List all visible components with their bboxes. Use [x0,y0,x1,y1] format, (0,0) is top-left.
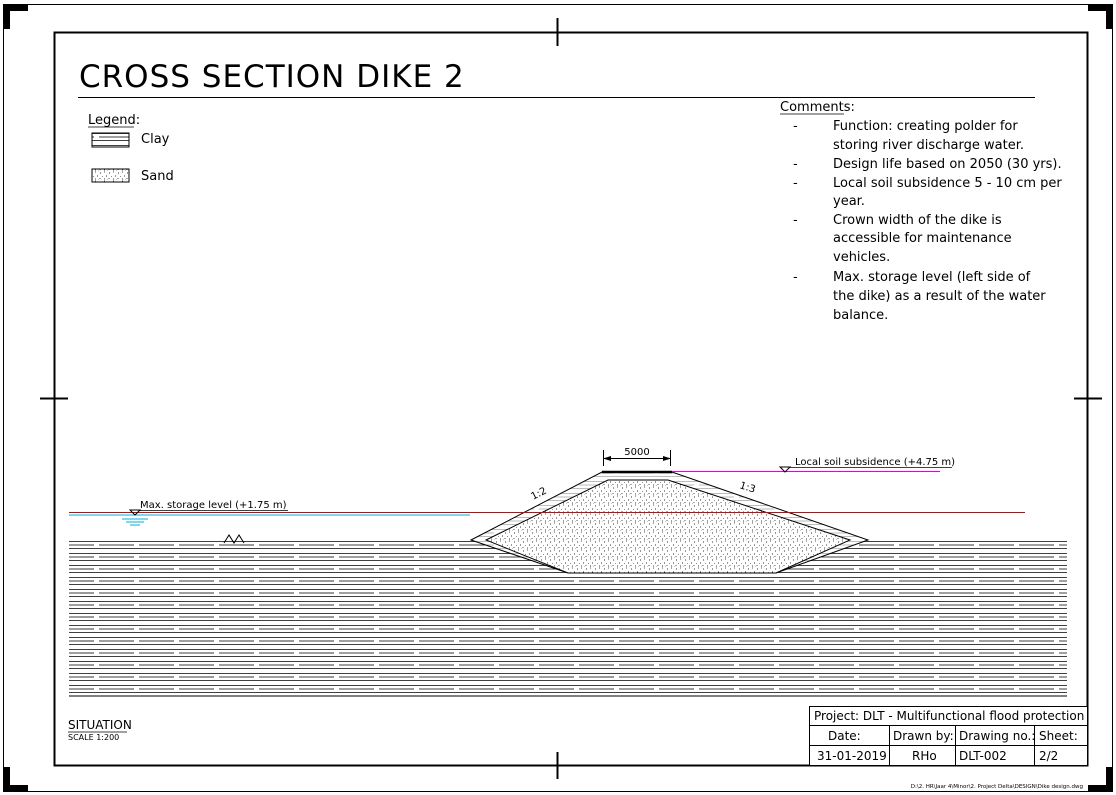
comments-heading: Comments: [780,100,855,115]
comment-line: Max. storage level (left side of [833,270,1031,285]
comment-bullet: - [793,119,798,134]
technical-drawing: CROSS SECTION DIKE 2 Legend: Clay Sand C… [3,4,1113,792]
situation-label-block: SITUATION SCALE 1:200 [68,718,132,742]
slope-left-label: 1:2 [529,486,548,503]
comment-line: vehicles. [833,250,890,265]
max-storage-level-label: Max. storage level (+1.75 m) [140,500,287,511]
file-path: D:\2. HR\Jaar 4\Minor\2. Project Delta\D… [911,784,1083,790]
comment-bullet: - [793,176,798,191]
comment-line: balance. [833,308,888,323]
drawing-no-header: Drawing no.: [959,729,1035,743]
legend-label-clay: Clay [141,132,170,147]
sheet-header: Sheet: [1039,729,1078,743]
legend-heading: Legend: [88,113,140,128]
cross-section: Max. storage level (+1.75 m) Local soil … [69,447,1067,697]
drawn-by-header: Drawn by: [893,729,954,743]
legend-swatch-sand [91,168,130,183]
comment-bullet: - [793,157,798,172]
comment-line: year. [833,194,865,209]
date-header: Date: [828,729,861,743]
legend-label-sand: Sand [141,169,174,184]
drawing-title: CROSS SECTION DIKE 2 [79,59,465,95]
drawing-no-value: DLT-002 [959,749,1007,763]
title-block: Project: DLT - Multifunctional flood pro… [809,706,1088,766]
sheet-value: 2/2 [1039,749,1058,763]
comment-line: Local soil subsidence 5 - 10 cm per [833,176,1062,191]
situation-label: SITUATION [68,718,132,732]
comment-bullet: - [793,213,798,228]
comment-line: storing river discharge water. [833,138,1024,153]
subsidence-label: Local soil subsidence (+4.75 m) [795,457,955,468]
comment-line: Crown width of the dike is [833,213,1002,228]
legend-swatch-clay [91,132,130,148]
comments-block: Comments: - Function: creating polder fo… [780,100,1062,323]
legend: Legend: Clay Sand [88,113,174,184]
comment-line: accessible for maintenance [833,231,1012,246]
comment-line: the dike) as a result of the water [833,289,1046,304]
comment-line: Design life based on 2050 (30 yrs). [833,157,1062,172]
drawn-by-value: RHo [912,749,937,763]
comment-bullet: - [793,270,798,285]
situation-scale: SCALE 1:200 [68,733,119,742]
crown-width-label: 5000 [624,447,649,458]
comment-line: Function: creating polder for [833,119,1018,134]
date-value: 31-01-2019 [817,749,887,763]
project-label: Project: DLT - Multifunctional flood pro… [814,709,1084,723]
slope-right-label: 1:3 [738,480,757,495]
